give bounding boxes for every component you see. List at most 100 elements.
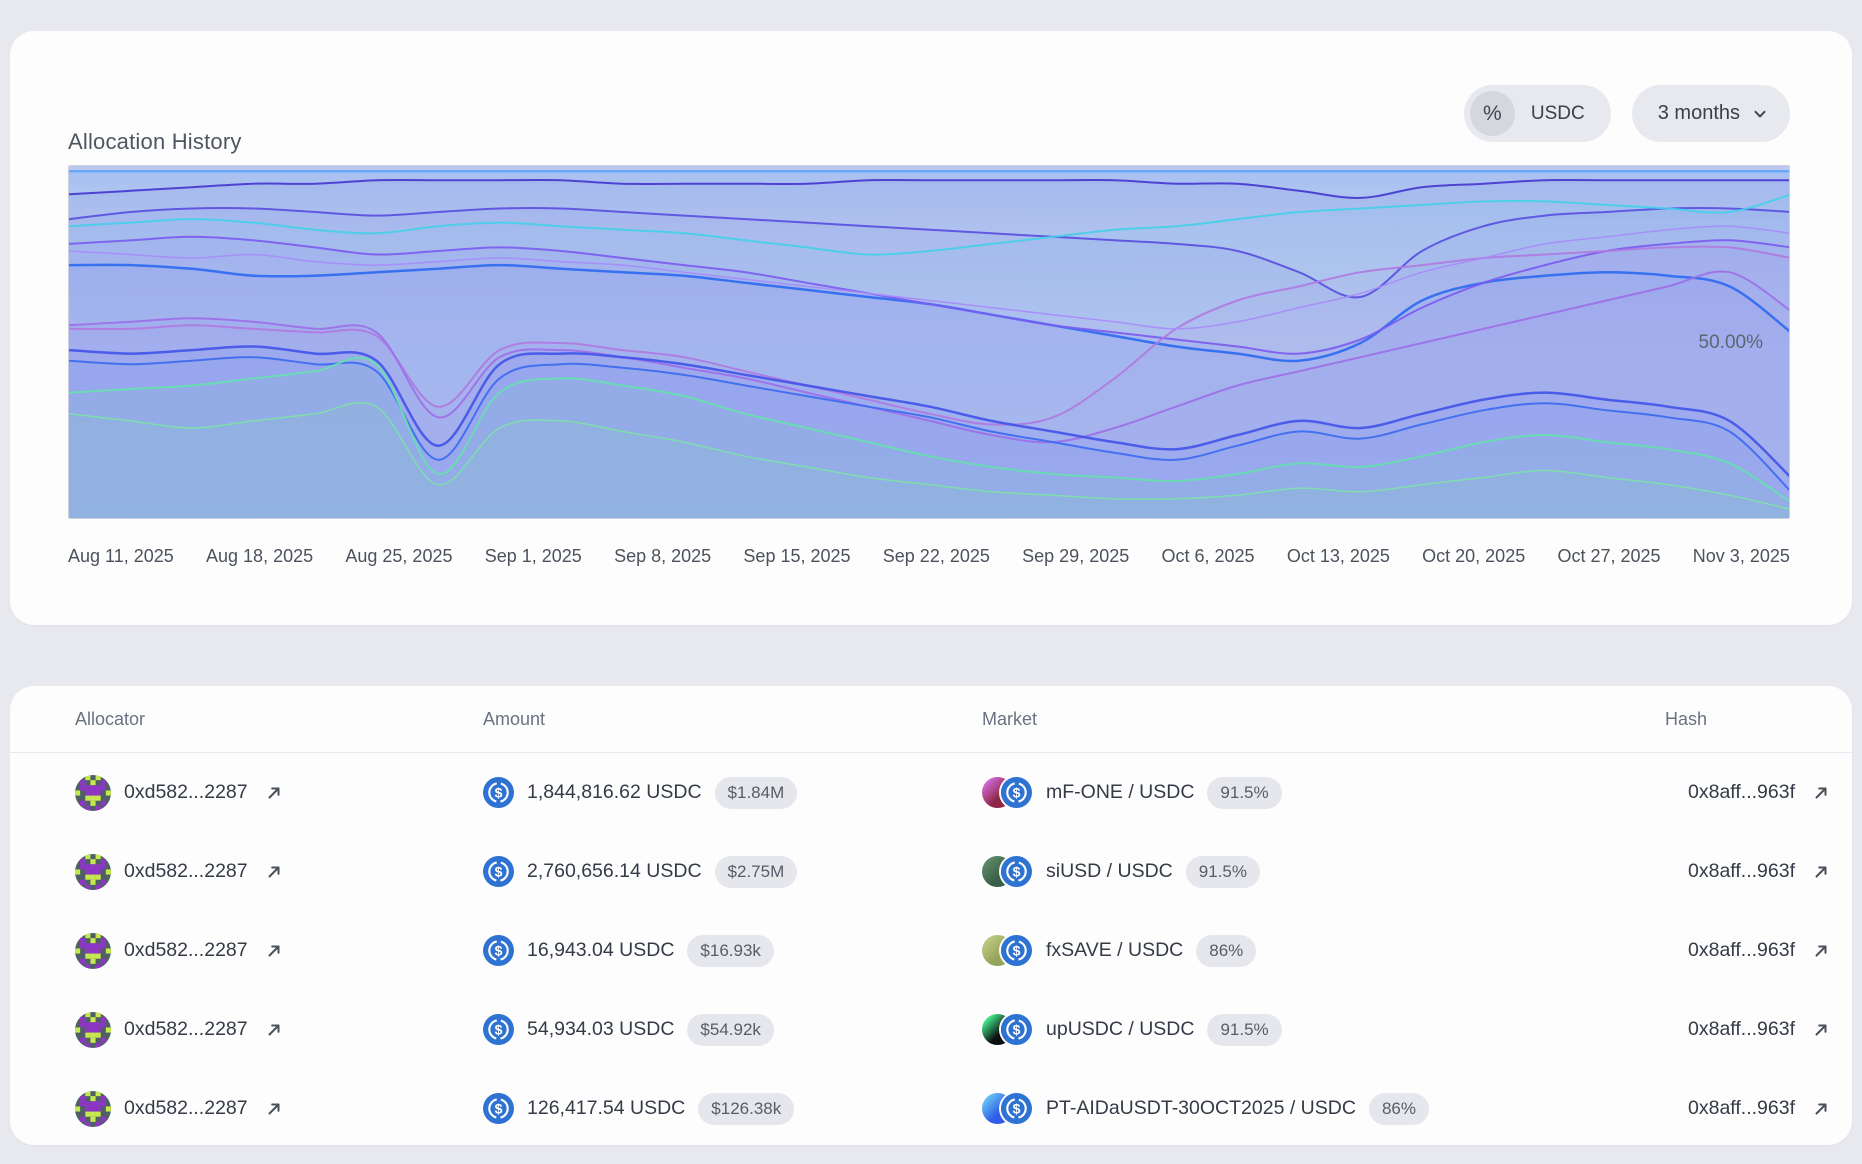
market-pair-icons: $ [982,777,1033,809]
chart-controls: % USDC 3 months [1464,85,1790,142]
column-header-market: Market [982,709,1665,730]
amount-usd-badge: $16.93k [687,935,774,967]
column-header-hash: Hash [1665,709,1707,730]
external-link-icon[interactable] [1812,863,1830,881]
table-header: Allocator Amount Market Hash [10,686,1852,753]
market-name: PT-AIDaUSDT-30OCT2025 / USDC [1046,1097,1356,1120]
allocator-cell: 0xd582...2287 [75,933,483,969]
allocator-address: 0xd582...2287 [124,1018,248,1041]
amount-cell: $ 126,417.54 USDC $126.38k [483,1093,982,1125]
external-link-icon[interactable] [1812,1021,1830,1039]
external-link-icon[interactable] [265,942,283,960]
percent-icon: % [1483,102,1502,126]
range-selector-label: 3 months [1658,102,1740,125]
x-axis-label: Oct 27, 2025 [1557,546,1660,567]
hash-value: 0x8aff...963f [1688,781,1795,804]
hash-cell: 0x8aff...963f [1688,781,1830,804]
market-pair-icons: $ [982,1093,1033,1125]
x-axis-label: Aug 18, 2025 [206,546,313,567]
svg-text:$: $ [495,863,503,879]
x-axis-label: Oct 20, 2025 [1422,546,1525,567]
x-axis-label: Sep 8, 2025 [614,546,711,567]
usdc-coin-icon: $ [1001,777,1032,808]
market-pair-icons: $ [982,856,1033,888]
hash-cell: 0x8aff...963f [1688,860,1830,883]
external-link-icon[interactable] [1812,1100,1830,1118]
hash-cell: 0x8aff...963f [1688,1097,1830,1120]
table-row: 0xd582...2287 $ 2,760,656.14 USDC $2.75M… [10,832,1852,911]
amount-cell: $ 54,934.03 USDC $54.92k [483,1014,982,1046]
svg-text:$: $ [1013,1100,1021,1116]
external-link-icon[interactable] [265,1021,283,1039]
allocation-history-card: Allocation History % USDC 3 months 50.00… [10,31,1852,625]
amount-value: 126,417.54 USDC [527,1097,685,1120]
amount-usd-badge: $2.75M [715,856,798,888]
amount-cell: $ 16,943.04 USDC $16.93k [483,935,982,967]
market-cell: $ PT-AIDaUSDT-30OCT2025 / USDC 86% [982,1093,1665,1125]
allocator-avatar [75,933,111,969]
table-body: 0xd582...2287 $ 1,844,816.62 USDC $1.84M… [10,753,1852,1148]
allocation-area-chart[interactable]: 50.00% [68,165,1790,519]
hash-cell: 0x8aff...963f [1688,939,1830,962]
market-name: siUSD / USDC [1046,860,1173,883]
svg-text:$: $ [1013,942,1021,958]
column-header-allocator: Allocator [75,709,483,730]
x-axis-label: Sep 15, 2025 [743,546,850,567]
range-selector[interactable]: 3 months [1632,85,1790,142]
allocator-cell: 0xd582...2287 [75,1091,483,1127]
external-link-icon[interactable] [1812,784,1830,802]
table-row: 0xd582...2287 $ 1,844,816.62 USDC $1.84M… [10,753,1852,832]
allocator-address: 0xd582...2287 [124,1097,248,1120]
x-axis-label: Sep 22, 2025 [883,546,990,567]
unit-toggle[interactable]: % USDC [1464,85,1611,142]
table-row: 0xd582...2287 $ 54,934.03 USDC $54.92k $… [10,990,1852,1069]
card-title: Allocation History [68,129,242,155]
table-row: 0xd582...2287 $ 16,943.04 USDC $16.93k $… [10,911,1852,990]
y-axis-annotation: 50.00% [1699,332,1763,354]
market-pair-icons: $ [982,935,1033,967]
percent-toggle-option[interactable]: % [1470,91,1515,136]
external-link-icon[interactable] [265,1100,283,1118]
x-axis-labels: Aug 11, 2025 Aug 18, 2025 Aug 25, 2025 Sep … [68,546,1790,567]
market-cell: $ mF-ONE / USDC 91.5% [982,777,1665,809]
usdc-toggle-option[interactable]: USDC [1531,103,1585,125]
chevron-down-icon [1752,106,1768,122]
allocator-avatar [75,1091,111,1127]
svg-text:$: $ [495,1021,503,1037]
svg-text:$: $ [1013,1021,1021,1037]
svg-text:$: $ [1013,863,1021,879]
market-percent-badge: 91.5% [1207,1014,1281,1046]
market-percent-badge: 86% [1369,1093,1429,1125]
table-row: 0xd582...2287 $ 126,417.54 USDC $126.38k… [10,1069,1852,1148]
allocator-address: 0xd582...2287 [124,781,248,804]
hash-value: 0x8aff...963f [1688,1097,1795,1120]
amount-value: 16,943.04 USDC [527,939,674,962]
hash-value: 0x8aff...963f [1688,1018,1795,1041]
market-percent-badge: 86% [1196,935,1256,967]
allocator-address: 0xd582...2287 [124,860,248,883]
market-cell: $ upUSDC / USDC 91.5% [982,1014,1665,1046]
market-pair-icons: $ [982,1014,1033,1046]
allocations-table-card: Allocator Amount Market Hash 0xd582...22… [10,686,1852,1145]
hash-cell: 0x8aff...963f [1688,1018,1830,1041]
chart-series-svg [69,166,1790,519]
amount-usd-badge: $1.84M [715,777,798,809]
allocator-cell: 0xd582...2287 [75,775,483,811]
external-link-icon[interactable] [265,784,283,802]
amount-value: 2,760,656.14 USDC [527,860,702,883]
svg-text:$: $ [495,784,503,800]
x-axis-label: Aug 25, 2025 [345,546,452,567]
market-cell: $ siUSD / USDC 91.5% [982,856,1665,888]
x-axis-label: Aug 11, 2025 [68,546,174,567]
external-link-icon[interactable] [265,863,283,881]
allocator-avatar [75,1012,111,1048]
hash-value: 0x8aff...963f [1688,860,1795,883]
usdc-icon: $ [483,935,514,966]
x-axis-label: Oct 13, 2025 [1287,546,1390,567]
amount-usd-badge: $126.38k [698,1093,794,1125]
allocator-cell: 0xd582...2287 [75,1012,483,1048]
usdc-icon: $ [483,1093,514,1124]
allocator-avatar [75,854,111,890]
external-link-icon[interactable] [1812,942,1830,960]
market-name: mF-ONE / USDC [1046,781,1194,804]
